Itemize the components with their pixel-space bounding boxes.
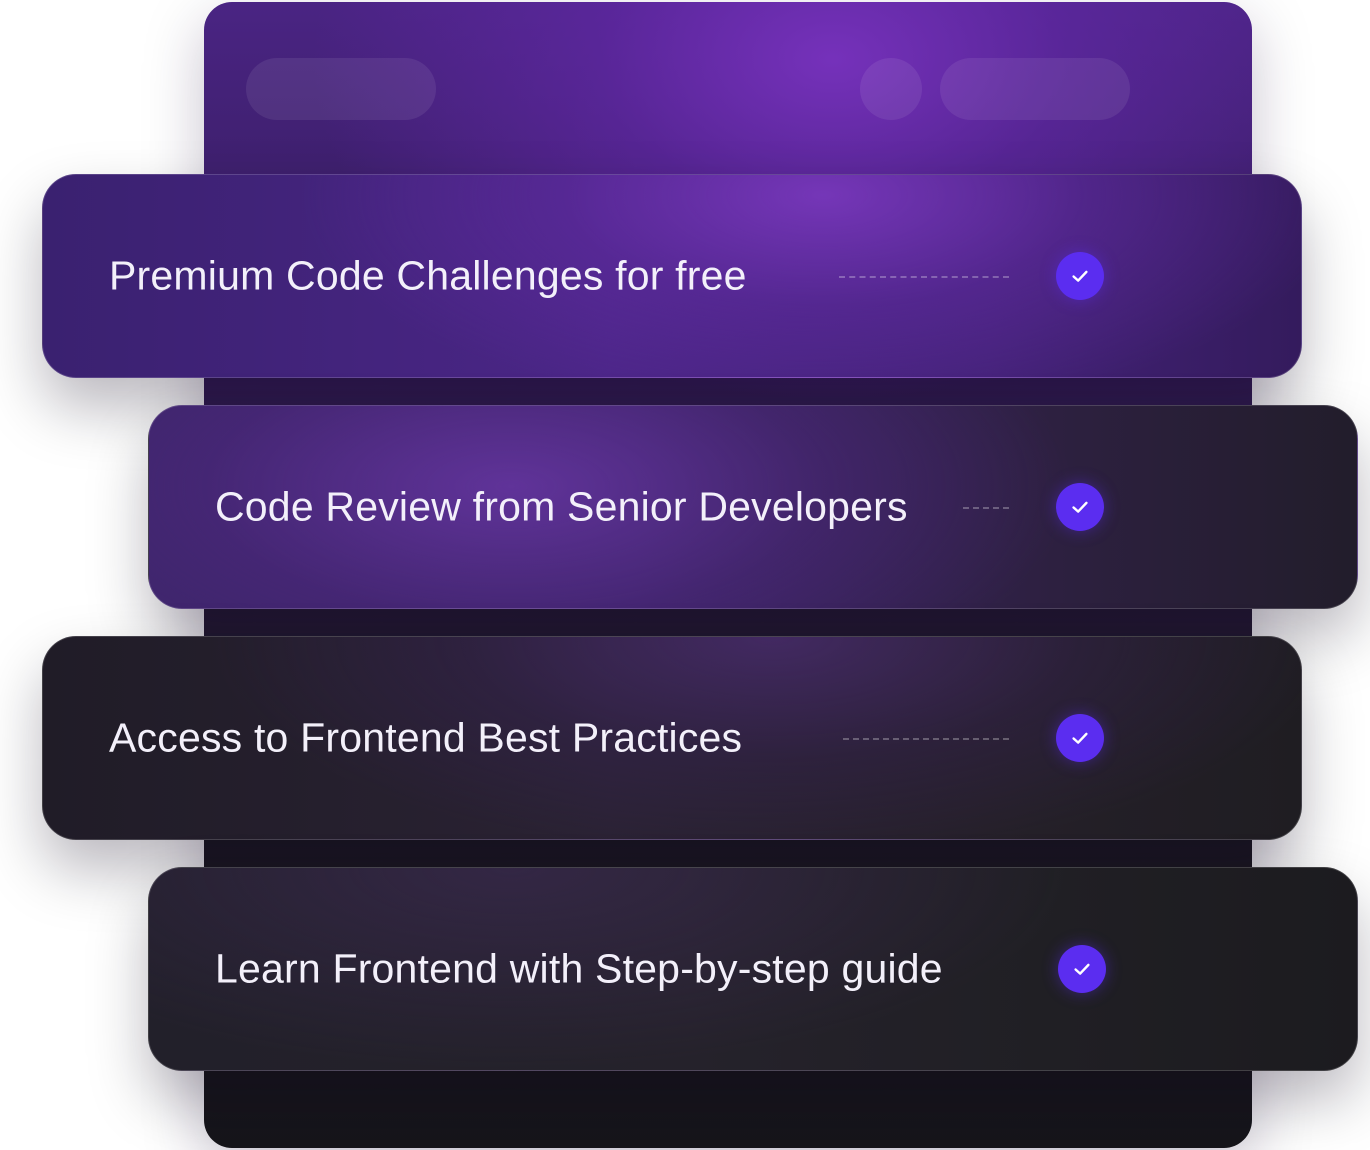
dashed-connector — [843, 738, 1009, 740]
feature-label: Learn Frontend with Step-by-step guide — [215, 945, 943, 992]
header-placeholder-pill — [246, 58, 436, 120]
check-icon — [1056, 483, 1104, 531]
header-placeholder-pill-right — [940, 58, 1130, 120]
feature-card: Premium Code Challenges for free — [42, 174, 1302, 378]
check-icon — [1056, 714, 1104, 762]
feature-label: Access to Frontend Best Practices — [109, 714, 743, 761]
check-icon — [1056, 252, 1104, 300]
check-icon — [1058, 945, 1106, 993]
feature-card: Code Review from Senior Developers — [148, 405, 1358, 609]
feature-card: Access to Frontend Best Practices — [42, 636, 1302, 840]
dashed-connector — [839, 276, 1009, 278]
dashed-connector — [963, 507, 1009, 509]
feature-label: Code Review from Senior Developers — [215, 483, 908, 530]
feature-label: Premium Code Challenges for free — [109, 252, 747, 299]
header-placeholder-avatar — [860, 58, 922, 120]
feature-card: Learn Frontend with Step-by-step guide — [148, 867, 1358, 1071]
